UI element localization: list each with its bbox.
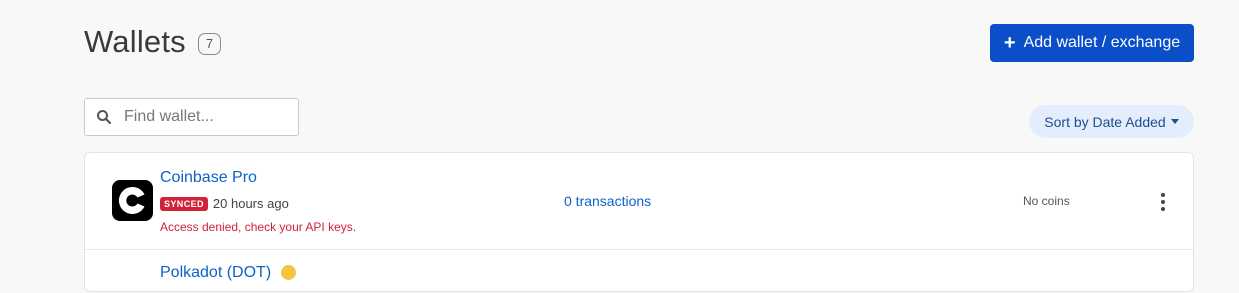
page-title: Wallets — [84, 24, 186, 59]
more-options-icon[interactable] — [1159, 193, 1167, 211]
search-box[interactable] — [84, 98, 299, 136]
wallet-list: Coinbase Pro SYNCED 20 hours ago Access … — [84, 152, 1194, 292]
wallet-row[interactable]: Polkadot (DOT) — [85, 250, 1193, 293]
caret-down-icon — [1170, 119, 1179, 124]
wallet-count-badge: 7 — [197, 33, 222, 55]
transactions-link[interactable]: 0 transactions — [564, 193, 651, 209]
wallet-name-link[interactable]: Coinbase Pro — [160, 169, 257, 187]
add-wallet-button[interactable]: + Add wallet / exchange — [990, 24, 1194, 62]
search-input[interactable] — [122, 107, 296, 127]
coinbase-c-icon — [118, 186, 145, 214]
sync-status: SYNCED 20 hours ago — [160, 196, 289, 211]
search-icon — [97, 110, 112, 125]
wallet-row[interactable]: Coinbase Pro SYNCED 20 hours ago Access … — [85, 153, 1193, 250]
plus-icon: + — [1003, 32, 1016, 54]
coins-value: No coins — [1023, 194, 1070, 208]
wallet-name-link[interactable]: Polkadot (DOT) — [160, 264, 271, 282]
page-header: Wallets 7 — [84, 24, 222, 60]
sort-label: Sort by Date Added — [1044, 113, 1166, 130]
status-badge: SYNCED — [160, 196, 208, 211]
error-message: Access denied, check your API keys. — [160, 220, 357, 234]
coinbase-pro-logo — [112, 180, 153, 221]
sort-dropdown[interactable]: Sort by Date Added — [1029, 105, 1194, 138]
sync-time: 20 hours ago — [212, 196, 289, 211]
add-wallet-label: Add wallet / exchange — [1023, 34, 1181, 51]
